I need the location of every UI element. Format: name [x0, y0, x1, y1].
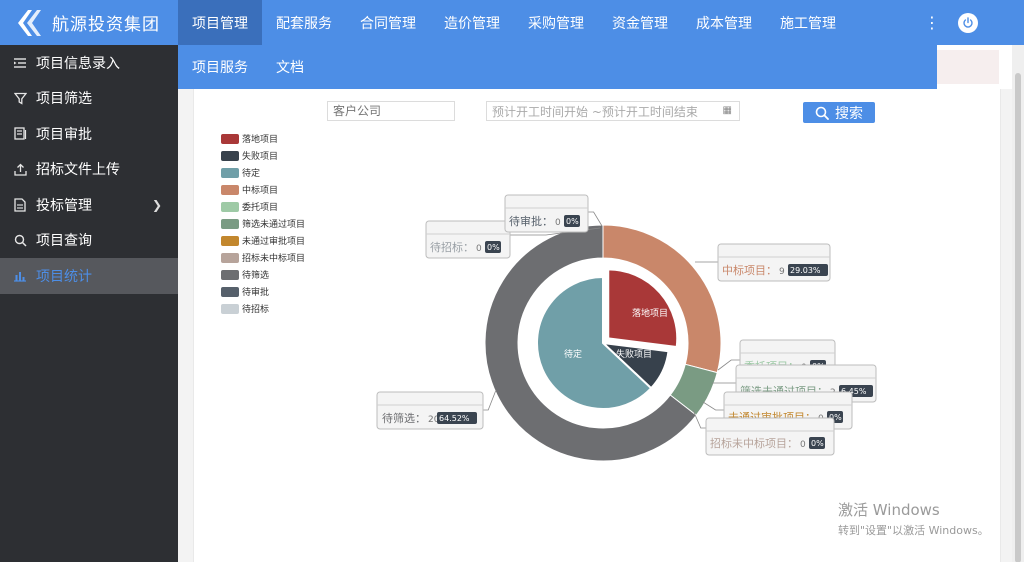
slice-label-name: 待招标： [430, 240, 474, 254]
slice-label-name: 待审批： [509, 214, 553, 228]
windows-activation-watermark: 激活 Windows 转到"设置"以激活 Windows。 [838, 499, 989, 538]
slice-label-percent: 0% [811, 439, 824, 448]
scrollbar-thumb[interactable] [1015, 73, 1021, 562]
slice-label-name: 中标项目： [722, 263, 777, 277]
project-statistics-pie-chart: 落地项目失败项目待定待招标：00%待审批：00%中标项目：929.03%委托项目… [376, 194, 877, 462]
vertical-scrollbar[interactable] [1012, 45, 1024, 562]
inner-slice-label: 待定 [564, 348, 582, 360]
slice-label-box: 待筛选： 20 64.52% [376, 389, 497, 430]
inner-slice-label: 落地项目 [632, 307, 668, 319]
slice-label-name: 待筛选： [382, 411, 426, 425]
watermark-line-2: 转到"设置"以激活 Windows。 [838, 524, 989, 537]
inner-slice-label: 失败项目 [616, 348, 652, 360]
slice-label-percent: 0% [487, 243, 500, 252]
slice-label-value: 0 [800, 440, 806, 450]
slice-label-box: 待审批： 0 0% [504, 194, 603, 233]
slice-label-value: 0 [476, 244, 482, 254]
slice-label-percent: 64.52% [439, 414, 470, 423]
slice-label-value: 9 [779, 267, 785, 277]
slice-label-value: 0 [555, 218, 561, 228]
slice-label-name: 招标未中标项目： [710, 436, 798, 450]
slice-label-percent: 0% [566, 217, 579, 226]
slice-label-box: 中标项目： 9 29.03% [695, 243, 831, 282]
watermark-line-1: 激活 Windows [838, 501, 940, 519]
slice-label-percent: 29.03% [790, 266, 821, 275]
